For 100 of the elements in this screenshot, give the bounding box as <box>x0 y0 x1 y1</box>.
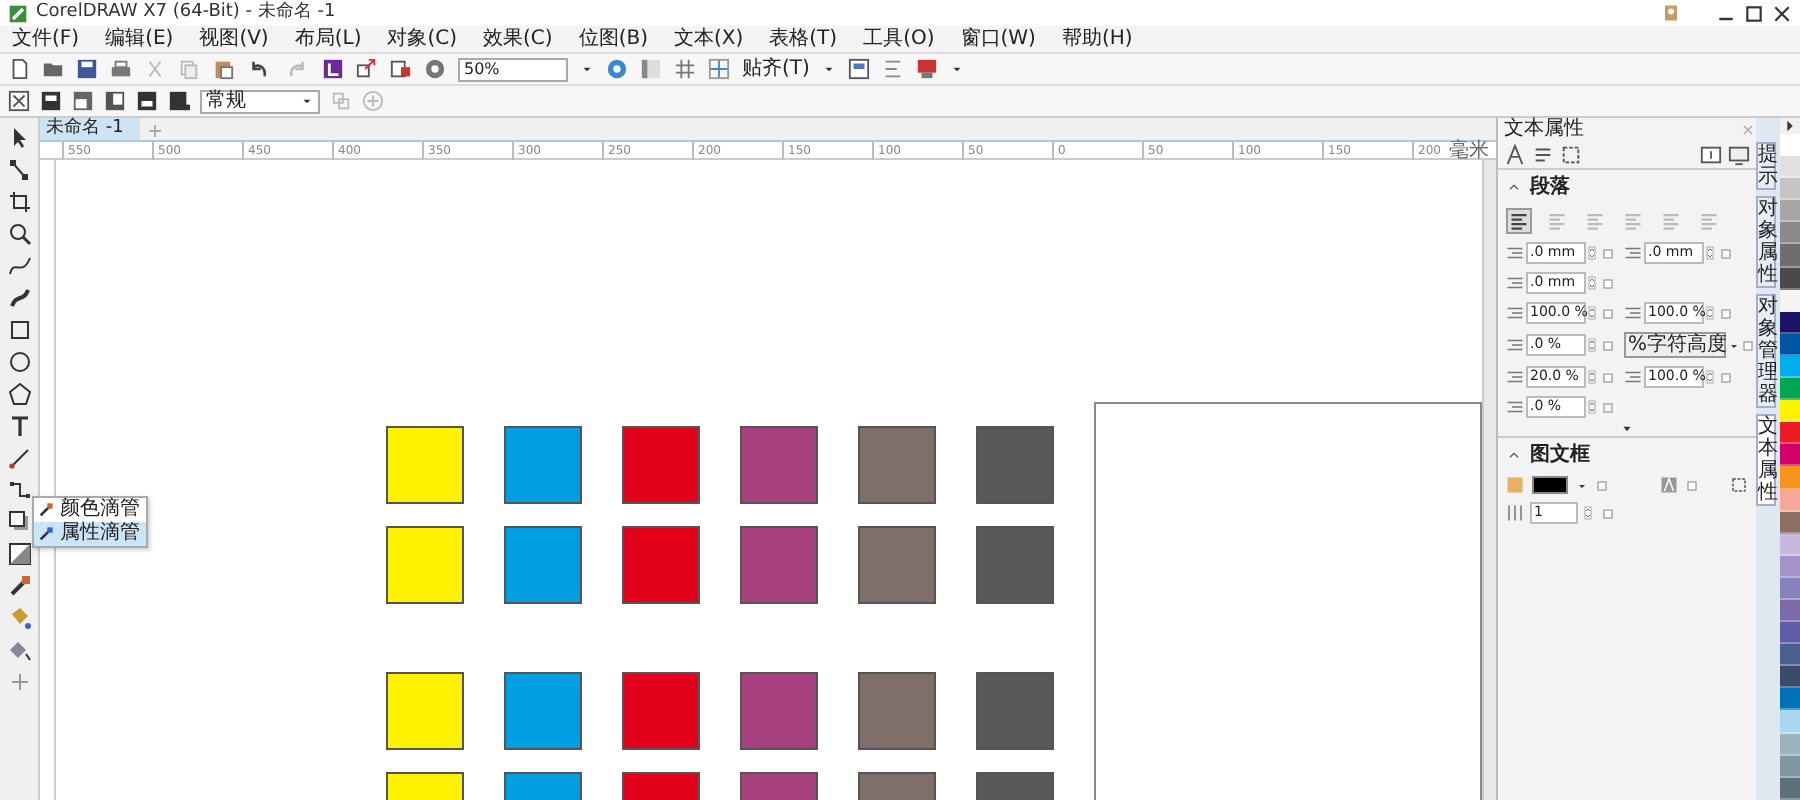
caret-icon[interactable] <box>821 62 836 76</box>
drop-shadow-icon[interactable] <box>7 510 31 534</box>
transparency-icon[interactable] <box>7 542 31 566</box>
interactive-fill-icon[interactable] <box>7 606 31 630</box>
section-title[interactable]: 图文框 <box>1530 440 1590 470</box>
caret-icon[interactable] <box>1576 479 1588 491</box>
line-spacing-icon[interactable] <box>1506 304 1524 322</box>
palette-swatch[interactable] <box>1780 599 1800 623</box>
caret-icon[interactable] <box>1728 339 1740 351</box>
menu-item[interactable]: 帮助(H) <box>1061 27 1133 51</box>
ellipse-icon[interactable] <box>7 350 31 374</box>
text-frame-icon[interactable] <box>72 90 94 112</box>
menu-item[interactable]: 文本(X) <box>673 27 744 51</box>
small-square-icon[interactable] <box>1596 479 1608 491</box>
print-icon[interactable] <box>110 58 132 80</box>
rulers-icon[interactable] <box>640 58 662 80</box>
palette-swatch[interactable] <box>1780 378 1800 401</box>
palette-swatch[interactable] <box>1780 289 1800 312</box>
palette-swatch[interactable] <box>1780 400 1800 423</box>
paste-icon[interactable] <box>212 58 234 80</box>
character-icon[interactable] <box>1504 144 1526 166</box>
spinner-icon[interactable] <box>1588 272 1600 294</box>
text-frame-icon[interactable] <box>104 90 126 112</box>
palette-swatch[interactable] <box>1780 222 1800 245</box>
color-picker[interactable] <box>1532 476 1568 494</box>
palette-swatch[interactable] <box>1780 156 1800 179</box>
folder-icon[interactable] <box>42 58 64 80</box>
palette-swatch[interactable] <box>1780 733 1800 756</box>
palette-swatch[interactable] <box>1780 666 1800 689</box>
frame-settings-icon[interactable] <box>1730 476 1748 494</box>
text-frame-icon[interactable] <box>168 90 190 112</box>
palette-swatch[interactable] <box>1780 444 1800 467</box>
export-icon[interactable] <box>356 58 378 80</box>
paragraph-icon[interactable] <box>1532 144 1554 166</box>
palette-swatch[interactable] <box>1780 622 1800 645</box>
connector-icon[interactable] <box>7 478 31 502</box>
more-options-icon[interactable] <box>1620 422 1634 436</box>
palette-swatch[interactable] <box>1780 267 1800 290</box>
palette-swatch[interactable] <box>1780 555 1800 578</box>
spacing-icon[interactable] <box>1624 368 1642 386</box>
palette-swatch[interactable] <box>1780 422 1800 445</box>
palette-swatch[interactable] <box>1780 644 1800 667</box>
palette-swatch[interactable] <box>1780 511 1800 534</box>
background-color-icon[interactable] <box>1506 476 1524 494</box>
undo-icon[interactable] <box>246 58 272 80</box>
spacing-icon[interactable] <box>1506 368 1524 386</box>
menu-item[interactable]: 表格(T) <box>769 27 838 51</box>
spinner-icon[interactable] <box>1706 302 1718 324</box>
polygon-icon[interactable] <box>7 382 31 406</box>
spinner-icon[interactable] <box>1706 242 1718 264</box>
palette-swatch[interactable] <box>1780 200 1800 223</box>
palette-swatch[interactable] <box>1780 466 1800 489</box>
shape-tool-icon[interactable] <box>7 158 31 182</box>
zoom-icon[interactable] <box>7 222 31 246</box>
spinner-icon[interactable] <box>1706 366 1718 388</box>
small-square-icon[interactable] <box>1602 507 1614 519</box>
menu-item[interactable]: 效果(C) <box>483 27 553 51</box>
application-launcher-icon[interactable] <box>424 58 446 80</box>
freehand-tool-icon[interactable] <box>7 254 31 278</box>
docker-tab[interactable]: 文本属性 <box>1756 414 1776 506</box>
document-tab[interactable]: 未命名 -1 <box>40 118 140 140</box>
spinner-icon[interactable] <box>1584 502 1596 524</box>
indent-icon[interactable] <box>1624 244 1642 262</box>
spinner-icon[interactable] <box>1588 366 1600 388</box>
palette-swatch[interactable] <box>1780 134 1800 157</box>
palette-swatch[interactable] <box>1780 355 1800 379</box>
small-square-icon[interactable] <box>1686 479 1698 491</box>
caret-icon[interactable] <box>949 62 964 76</box>
palette-swatch[interactable] <box>1780 333 1800 356</box>
new-document-icon[interactable] <box>8 58 30 80</box>
palette-swatch[interactable] <box>1780 688 1800 711</box>
artistic-media-icon[interactable] <box>7 286 31 310</box>
menu-item[interactable]: 编辑(E) <box>105 27 174 51</box>
spacing-icon[interactable] <box>1506 336 1524 354</box>
crop-tool-icon[interactable] <box>7 190 31 214</box>
spinner-icon[interactable] <box>1588 334 1600 356</box>
section-title[interactable]: 段落 <box>1530 172 1570 202</box>
chevron-icon[interactable] <box>1506 179 1522 195</box>
smart-fill-icon[interactable] <box>7 638 31 662</box>
rectangle-icon[interactable] <box>7 318 31 342</box>
text-frame-icon[interactable] <box>40 90 62 112</box>
close-box-icon[interactable] <box>8 90 30 112</box>
close-icon[interactable] <box>1772 3 1792 23</box>
menu-item[interactable]: 文件(F) <box>12 27 80 51</box>
indent-icon[interactable] <box>1506 274 1524 292</box>
palette-swatch[interactable] <box>1780 311 1800 334</box>
palette-swatch[interactable] <box>1780 178 1800 201</box>
palette-swatch[interactable] <box>1780 244 1800 268</box>
chevron-icon[interactable] <box>1506 447 1522 463</box>
save-icon[interactable] <box>76 58 98 80</box>
unit-dropdown[interactable]: %字符高度 <box>1624 332 1726 358</box>
palette-swatch[interactable] <box>1780 777 1800 800</box>
add-icon[interactable] <box>7 670 31 694</box>
alignment-guides-icon[interactable] <box>881 58 904 80</box>
spinner-icon[interactable] <box>1588 242 1600 264</box>
indent-icon[interactable] <box>1506 244 1524 262</box>
monitor-icon[interactable] <box>1728 144 1750 166</box>
user-icon[interactable] <box>1662 4 1680 22</box>
info-icon[interactable] <box>1700 144 1722 166</box>
text-frame-icon[interactable] <box>136 90 158 112</box>
